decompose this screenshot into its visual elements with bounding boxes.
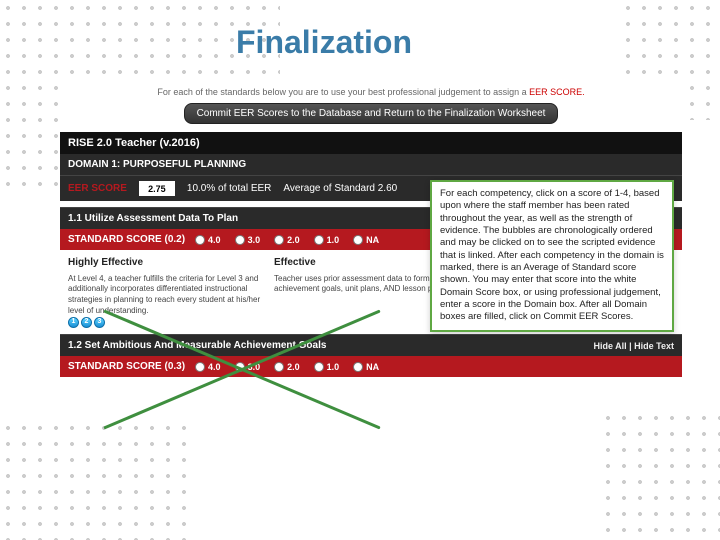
standard-1-2-score-row: STANDARD SCORE (0.3) 4.0 3.0 2.0 1.0 NA [60,356,682,377]
avg-std: Average of Standard 2.60 [283,183,397,194]
score-radio-1[interactable]: 1.0 [314,235,340,245]
score-radio-4[interactable]: 4.0 [195,235,221,245]
score-radio-group[interactable]: 4.0 3.0 2.0 1.0 NA [195,362,379,372]
eer-weight: 10.0% of total EER [187,183,272,194]
score-radio-2[interactable]: 2.0 [274,235,300,245]
eer-score-input[interactable] [139,181,175,196]
rubric-header: RISE 2.0 Teacher (v.2016) [60,132,682,154]
score-radio-2[interactable]: 2.0 [274,362,300,372]
standard-score-label: STANDARD SCORE (0.3) [68,361,185,372]
decorative-dots [600,410,720,540]
score-radio-group[interactable]: 4.0 3.0 2.0 1.0 NA [195,235,379,245]
col-highly-effective: Highly Effective At Level 4, a teacher f… [68,256,262,328]
score-radio-3[interactable]: 3.0 [235,235,261,245]
evidence-bubble[interactable]: 1 [68,317,79,328]
score-radio-na[interactable]: NA [353,235,379,245]
commit-button[interactable]: Commit EER Scores to the Database and Re… [184,103,559,124]
standard-1-2-title: 1.2 Set Ambitious And Measurable Achieve… [60,334,682,356]
evidence-bubbles[interactable]: 1 2 3 [68,317,105,328]
instruction-line: For each of the standards below you are … [60,81,682,101]
evidence-bubble[interactable]: 2 [81,317,92,328]
score-radio-3[interactable]: 3.0 [235,362,261,372]
score-radio-na[interactable]: NA [353,362,379,372]
standard-score-label: STANDARD SCORE (0.2) [68,234,185,245]
page-title: Finalization [0,0,720,61]
score-radio-1[interactable]: 1.0 [314,362,340,372]
eer-score-label: EER SCORE [68,183,127,194]
domain-row: DOMAIN 1: PURPOSEFUL PLANNING [60,154,682,175]
domain-title: DOMAIN 1: PURPOSEFUL PLANNING [68,159,246,170]
decorative-dots [0,420,190,540]
hide-links[interactable]: Hide All | Hide Text [593,341,674,351]
score-radio-4[interactable]: 4.0 [195,362,221,372]
help-tooltip: For each competency, click on a score of… [430,180,674,332]
evidence-bubble[interactable]: 3 [94,317,105,328]
